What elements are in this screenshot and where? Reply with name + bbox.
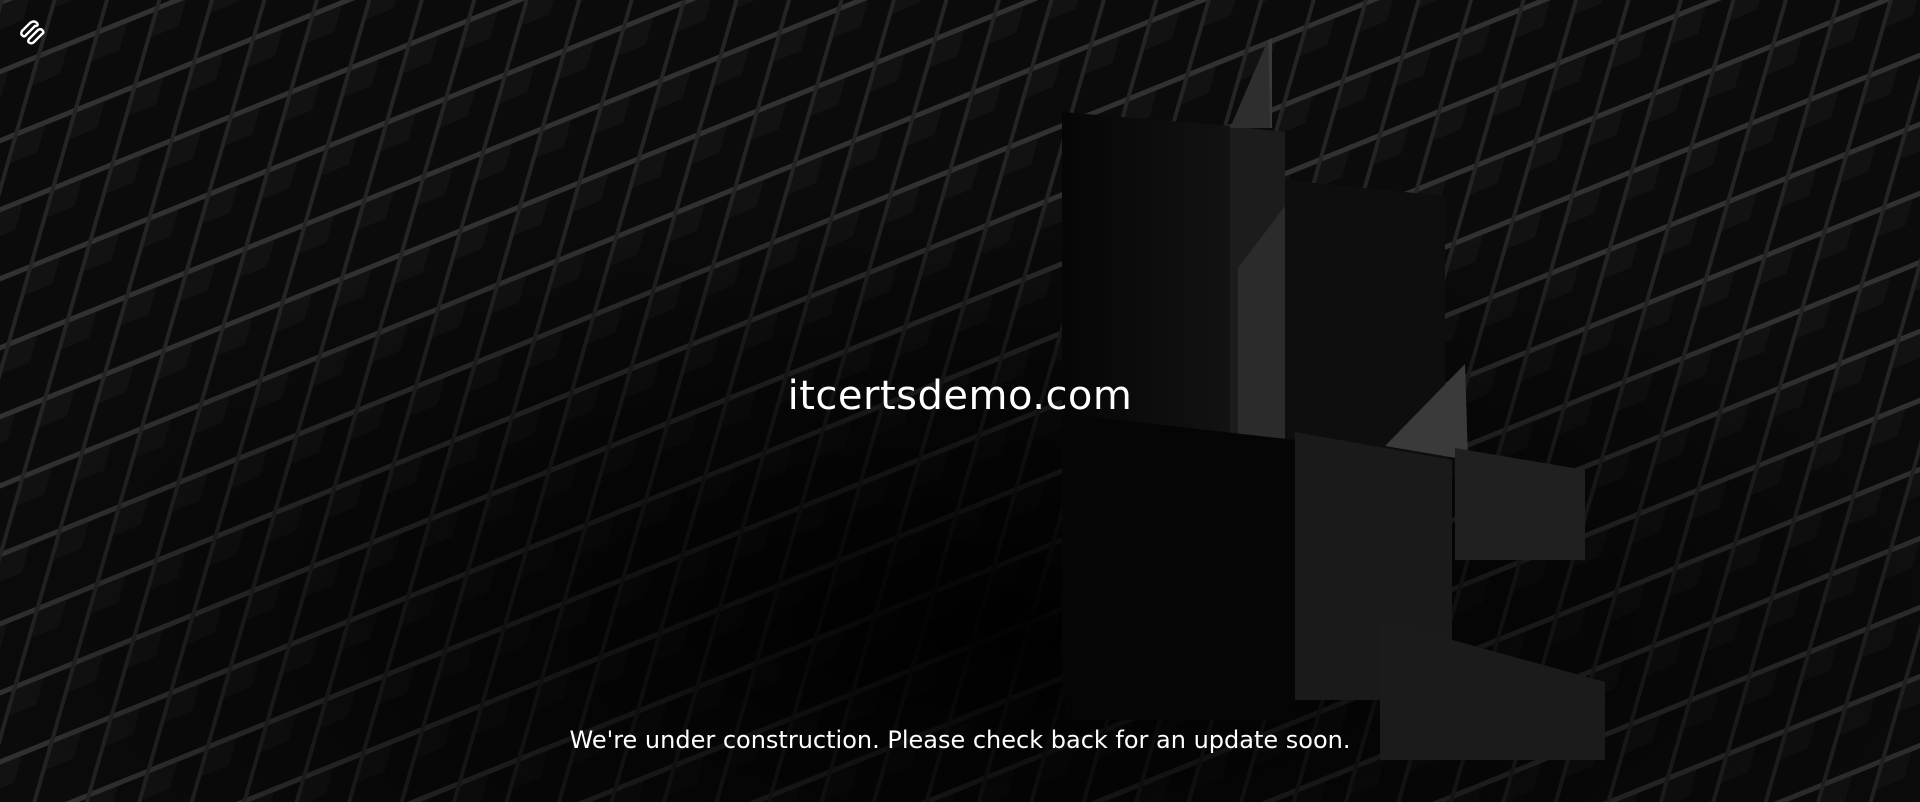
site-title: itcertsdemo.com — [787, 373, 1133, 419]
construction-message: We're under construction. Please check b… — [569, 726, 1351, 754]
squarespace-logo-icon[interactable] — [18, 18, 46, 46]
under-construction-page: itcertsdemo.com We're under construction… — [0, 0, 1920, 802]
